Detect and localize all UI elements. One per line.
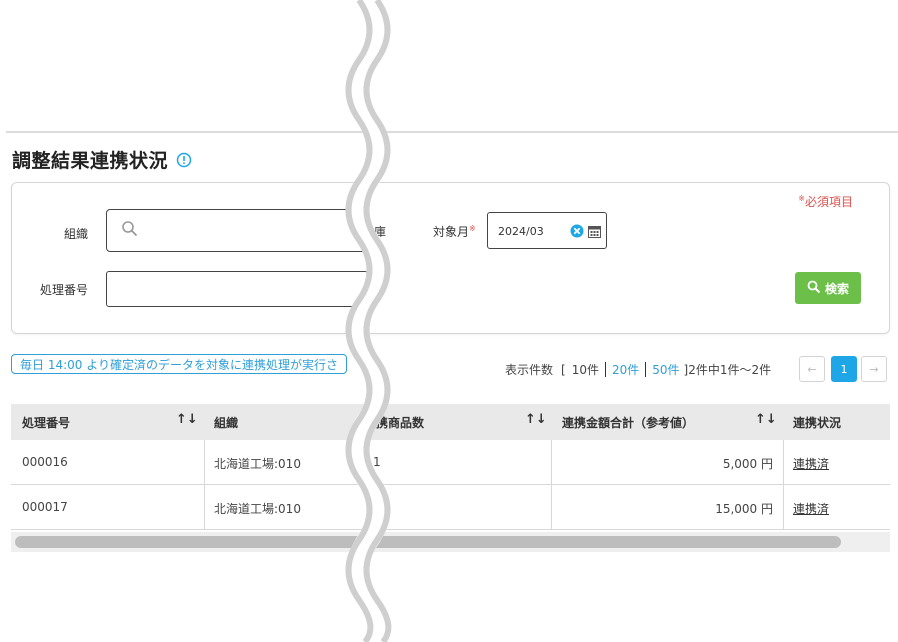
sort-icon[interactable]: ↑↓	[755, 412, 777, 427]
table-row: 000016 北海道工場:010 1 5,000 円 連携済	[11, 440, 890, 485]
search-button[interactable]: 検索	[795, 272, 861, 304]
search-icon	[121, 220, 139, 242]
arrow-left-icon: ←	[807, 362, 817, 376]
target-month-label: 対象月※	[433, 224, 476, 239]
header-process-no[interactable]: 処理番号	[22, 414, 70, 431]
page-size-20[interactable]: 20件	[612, 361, 639, 378]
sort-icon[interactable]: ↑↓	[176, 412, 198, 427]
cell-org: 北海道工場:010	[214, 502, 301, 516]
schedule-notice: 毎日 14:00 より確定済のデータを対象に連携処理が実行さ	[11, 354, 347, 374]
column-divider	[551, 485, 552, 529]
next-page-button[interactable]: →	[861, 356, 887, 382]
torn-edge-divider	[345, 0, 392, 642]
table-row: 000017 北海道工場:010 15,000 円 連携済	[11, 485, 890, 530]
divider	[604, 362, 606, 377]
required-note: ※必須項目	[798, 194, 853, 209]
page-size-selector: 表示件数 [ 10件 20件 50件 ] 2件中1件〜2件	[505, 361, 771, 378]
target-month-value: 2024/03	[498, 225, 544, 238]
header-status[interactable]: 連携状況	[793, 414, 841, 431]
arrow-right-icon: →	[869, 362, 879, 376]
page-size-50[interactable]: 50件	[652, 361, 679, 378]
scrollbar-thumb[interactable]	[15, 536, 841, 548]
org-label: 組織	[64, 227, 89, 241]
target-month-input[interactable]: 2024/03	[487, 212, 607, 249]
column-divider	[204, 440, 205, 484]
cell-process-no: 000017	[22, 500, 68, 514]
column-divider	[204, 485, 205, 529]
column-divider	[551, 440, 552, 484]
search-panel: ※必須項目 組織 処理番号 庫 対象月※ 2024/03 検索	[11, 182, 890, 334]
header-amount[interactable]: 連携金額合計（参考値）	[562, 414, 694, 431]
page-1-button[interactable]: 1	[831, 356, 857, 382]
cell-amount: 15,000 円	[715, 502, 773, 516]
result-summary: 2件中1件〜2件	[688, 363, 772, 377]
column-divider	[783, 440, 784, 484]
status-link[interactable]: 連携済	[793, 455, 829, 472]
cell-process-no: 000016	[22, 455, 68, 469]
cell-amount: 5,000 円	[722, 457, 773, 471]
horizontal-scrollbar[interactable]	[11, 532, 890, 552]
page: 調整結果連携状況 ※必須項目 組織 処理番号 庫 対象月※ 2024/03 検索…	[0, 0, 898, 642]
divider	[645, 362, 647, 377]
column-divider	[783, 485, 784, 529]
org-search-input[interactable]	[106, 209, 368, 252]
page-size-label: 表示件数	[505, 363, 554, 377]
process-no-input[interactable]	[106, 271, 368, 307]
cell-org: 北海道工場:010	[214, 457, 301, 471]
page-size-10[interactable]: 10件	[572, 361, 599, 378]
process-no-label: 処理番号	[40, 283, 89, 297]
status-link[interactable]: 連携済	[793, 500, 829, 517]
prev-page-button[interactable]: ←	[799, 356, 825, 382]
calendar-icon[interactable]	[588, 223, 601, 242]
title-row: 調整結果連携状況	[12, 146, 192, 173]
table-header: 処理番号 ↑↓ 組織 携商品数 ↑↓ 連携金額合計（参考値） ↑↓ 連携状況	[11, 404, 890, 440]
header-org[interactable]: 組織	[214, 414, 238, 431]
search-icon	[807, 280, 821, 297]
top-divider	[6, 131, 898, 133]
bracket-open: [	[561, 362, 566, 377]
page-title: 調整結果連携状況	[12, 150, 169, 172]
results-table: 処理番号 ↑↓ 組織 携商品数 ↑↓ 連携金額合計（参考値） ↑↓ 連携状況 0…	[11, 404, 890, 530]
sort-icon[interactable]: ↑↓	[525, 412, 547, 427]
search-button-label: 検索	[824, 281, 849, 296]
clear-icon[interactable]	[570, 223, 584, 242]
info-icon[interactable]	[176, 152, 192, 168]
